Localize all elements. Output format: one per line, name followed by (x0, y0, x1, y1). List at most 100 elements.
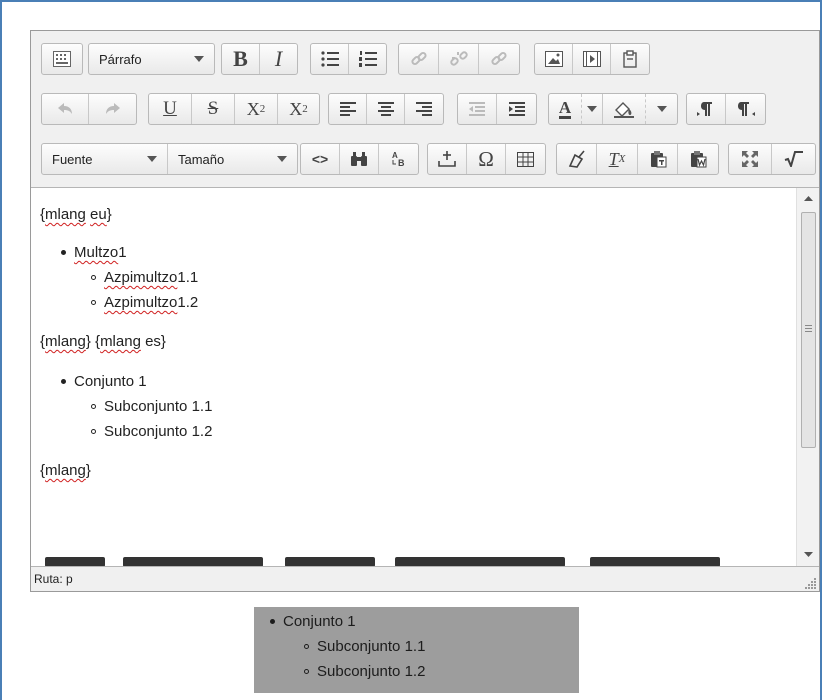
rtl-button[interactable] (726, 94, 765, 124)
list-item-num: 1.2 (177, 294, 199, 311)
font-color-dropdown[interactable] (581, 94, 603, 124)
subscript-button[interactable]: X2 (235, 94, 278, 124)
indent-icon (508, 102, 525, 116)
chevron-down-icon (656, 106, 667, 112)
list-group (310, 43, 387, 75)
paste-word-button[interactable] (678, 144, 718, 174)
list-item: Subconjunto 1.1 (304, 638, 425, 655)
anchor-button[interactable] (479, 44, 519, 74)
redo-icon (105, 103, 120, 114)
paste-text-button[interactable] (638, 144, 678, 174)
scrollbar-thumb[interactable] (801, 212, 816, 448)
align-right-button[interactable] (405, 94, 443, 124)
text-decoration-group: U S X2 X2 (148, 93, 320, 125)
direction-group (686, 93, 766, 125)
size-select[interactable]: Tamaño (168, 144, 297, 174)
media-button[interactable] (573, 44, 611, 74)
link-icon (410, 51, 427, 66)
grip-icon (805, 325, 812, 332)
chevron-down-icon (587, 106, 597, 112)
list-item: Subconjunto 1.2 (91, 423, 212, 440)
line1-close: } (106, 206, 112, 223)
subscript-label: X (246, 98, 260, 119)
find-button[interactable] (340, 144, 379, 174)
vertical-scrollbar[interactable] (796, 188, 819, 566)
bullet-list-button[interactable] (311, 44, 349, 74)
source-code-button[interactable]: <> (301, 144, 340, 174)
outdent-button[interactable] (458, 94, 497, 124)
indent-button[interactable] (497, 94, 536, 124)
image-button[interactable] (535, 44, 573, 74)
clipped-text-fragment (395, 557, 565, 566)
list-item: Conjunto 1 (270, 613, 356, 630)
line2-close: es} (140, 333, 166, 350)
list-item-text: Azpimultzo (104, 269, 178, 286)
numbered-list-button[interactable] (349, 44, 386, 74)
square-root-icon (784, 151, 803, 167)
spellcheck-word: eu (90, 206, 107, 223)
font-select[interactable]: Fuente (42, 144, 168, 174)
clipped-heading-fragments (45, 551, 725, 566)
media-group (534, 43, 650, 75)
align-center-button[interactable] (367, 94, 405, 124)
replace-button[interactable]: AB (379, 144, 418, 174)
align-center-icon (377, 102, 394, 116)
paste-word-icon (691, 151, 707, 168)
content-line-mlang-es: {mlang} {mlang es} (40, 333, 166, 350)
editor-statusbar: Ruta: p (31, 566, 819, 591)
clean-html-button[interactable] (557, 144, 597, 174)
bullet-dot-icon (61, 379, 66, 384)
indent-group (457, 93, 537, 125)
manage-files-button[interactable] (611, 44, 649, 74)
editor-content[interactable]: {mlang eu} Multzo 1 Azpimultzo 1.1 Azpim… (31, 188, 796, 566)
redo-button[interactable] (89, 94, 136, 124)
toolbar-toggle-button[interactable] (42, 44, 82, 74)
film-icon (582, 51, 601, 67)
format-select[interactable]: Párrafo (88, 43, 215, 75)
bold-button[interactable]: B (222, 44, 260, 74)
table-button[interactable] (506, 144, 545, 174)
background-color-button[interactable] (603, 94, 645, 124)
underline-button[interactable]: U (149, 94, 192, 124)
undo-button[interactable] (42, 94, 89, 124)
chevron-down-icon (147, 156, 157, 162)
special-character-button[interactable]: Ω (467, 144, 506, 174)
size-select-label: Tamaño (178, 151, 225, 167)
bullet-circle-icon (304, 669, 309, 674)
list-item: Conjunto 1 (61, 373, 147, 390)
list-item-text: Conjunto 1 (74, 373, 147, 390)
broom-icon (568, 150, 585, 168)
italic-button[interactable]: I (260, 44, 297, 74)
line2-mid: } { (85, 333, 101, 350)
clear-formatting-button[interactable]: TX (597, 144, 638, 174)
element-path[interactable]: Ruta: p (34, 572, 73, 586)
insert-rule-icon (438, 151, 456, 167)
scroll-down-arrow-icon[interactable] (804, 552, 813, 558)
view-group (728, 143, 816, 175)
superscript-button[interactable]: X2 (278, 94, 319, 124)
align-right-icon (416, 102, 432, 116)
fullscreen-icon (742, 151, 758, 167)
link-group (398, 43, 520, 75)
line3-close: } (85, 462, 91, 479)
unlink-button[interactable] (439, 44, 479, 74)
insert-horizontal-rule-button[interactable] (428, 144, 467, 174)
clipped-text-fragment (123, 557, 263, 566)
list-item-num: 1 (118, 244, 127, 261)
fullscreen-button[interactable] (729, 144, 772, 174)
scroll-up-arrow-icon[interactable] (804, 196, 813, 202)
equation-button[interactable] (772, 144, 815, 174)
strikethrough-button[interactable]: S (192, 94, 235, 124)
font-color-button[interactable]: A (549, 94, 581, 124)
spellcheck-word: mlang (100, 333, 141, 350)
background-color-dropdown[interactable] (645, 94, 677, 124)
editor-toolbar: Párrafo B I U S X 2 X 2 A Fuente Tamaño … (31, 31, 819, 188)
paragraph-rtl-icon (737, 102, 755, 116)
chevron-down-icon (277, 156, 287, 162)
align-left-button[interactable] (329, 94, 367, 124)
link-button[interactable] (399, 44, 439, 74)
resize-handle-icon[interactable] (805, 577, 817, 589)
color-group: A (548, 93, 678, 125)
ltr-button[interactable] (687, 94, 726, 124)
list-item-text: Subconjunto 1.2 (317, 663, 426, 680)
